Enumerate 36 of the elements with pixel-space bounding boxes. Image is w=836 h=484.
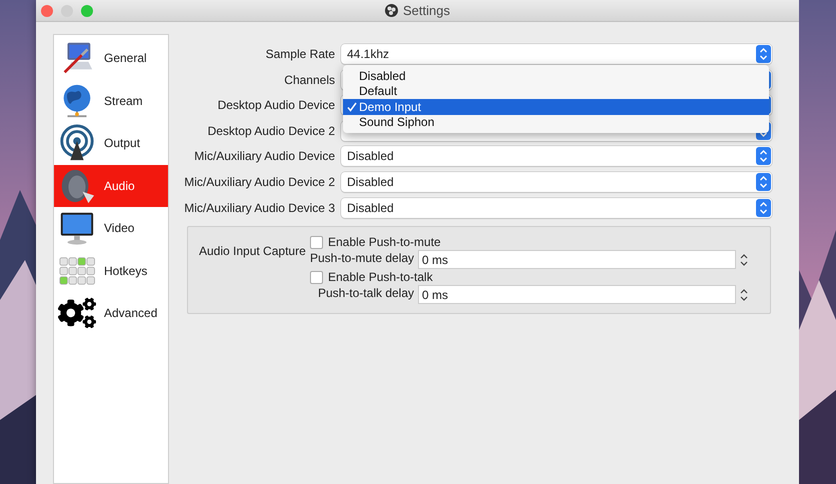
spin-field[interactable]: 0 ms — [418, 250, 736, 270]
checkbox[interactable]: Enable Push-to-talk — [310, 268, 760, 286]
antenna-icon — [58, 124, 96, 162]
sidebar-item[interactable]: Output — [54, 122, 168, 164]
spin-field[interactable]: 0 ms — [418, 285, 736, 304]
field-label: Mic/Auxiliary Audio Device — [193, 149, 335, 164]
spin-arrows-icon[interactable] — [740, 252, 748, 268]
sidebar-item[interactable]: Audio — [54, 164, 168, 207]
spin-arrows-icon[interactable] — [740, 286, 748, 303]
group-title: Audio Input Capture — [199, 242, 307, 260]
field-label: Mic/Auxiliary Audio Device 2 — [183, 174, 335, 189]
sidebar-item[interactable]: Hotkeys — [54, 250, 168, 292]
field-label: Desktop Audio Device — [216, 98, 335, 112]
field-label: Push-to-mute delay — [310, 250, 416, 267]
field-label: Mic/Auxiliary Audio Device 3 — [183, 200, 335, 215]
dropdown-select[interactable]: Disabled — [341, 198, 772, 218]
field-label: Desktop Audio Device 2 — [206, 124, 335, 138]
sidebar-item[interactable]: Video — [54, 207, 168, 250]
app-logo-icon — [385, 4, 398, 17]
field-label: Channels — [283, 72, 335, 87]
close-button[interactable] — [41, 4, 53, 16]
sidebar-item[interactable]: Stream — [54, 80, 168, 122]
dropdown-select[interactable]: 44.1khz — [341, 44, 772, 64]
menu-item[interactable]: Default — [343, 84, 769, 99]
sidebar-item[interactable]: Advanced — [54, 292, 168, 334]
sidebar-item[interactable]: General — [54, 37, 168, 80]
check-icon — [347, 102, 357, 112]
checkbox[interactable]: Enable Push-to-mute — [310, 234, 760, 251]
menu-item[interactable]: Sound Siphon — [343, 114, 769, 130]
dropdown-select[interactable]: Disabled — [341, 172, 772, 192]
zoom-button[interactable] — [81, 4, 93, 16]
field-label: Push-to-talk delay — [316, 286, 415, 302]
field-label: Sample Rate — [264, 47, 335, 61]
window-title: Settings — [403, 3, 450, 18]
minimize-button[interactable] — [61, 4, 73, 16]
dropdown-select[interactable]: Disabled — [341, 146, 772, 166]
